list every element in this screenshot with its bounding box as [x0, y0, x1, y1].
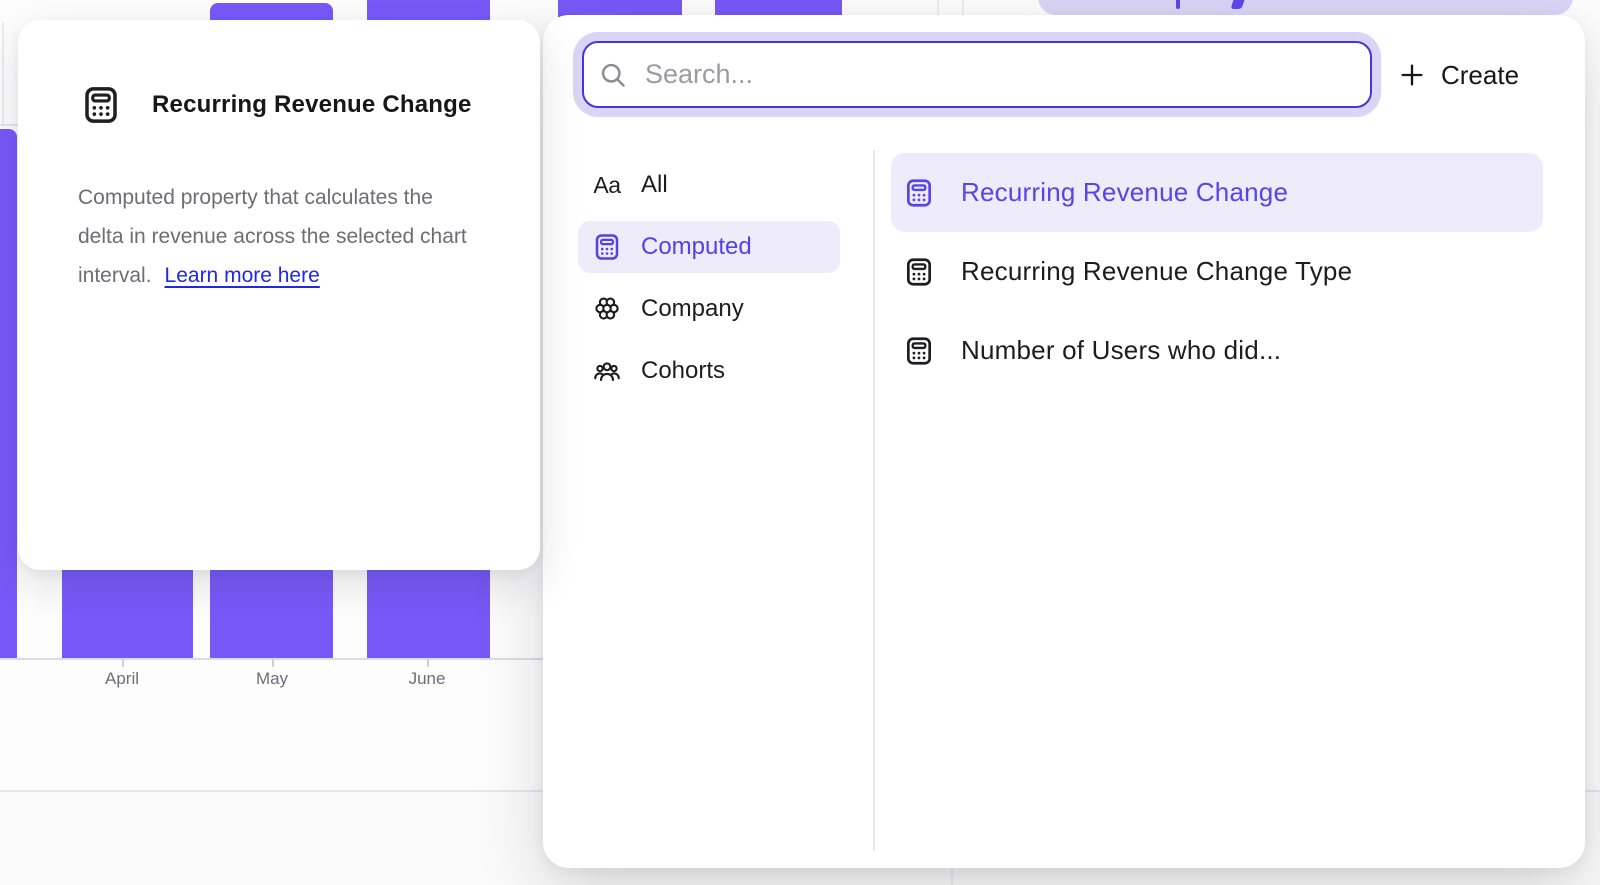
background-edge-line [2, 22, 4, 124]
calculator-icon [903, 256, 935, 288]
cropped-text-fragment [1176, 0, 1180, 9]
axis-tick [427, 659, 429, 667]
description-line-prefix: interval. [78, 264, 152, 287]
description-line: interval. Learn more here [78, 256, 528, 295]
category-item-computed[interactable]: Computed [578, 221, 840, 273]
cohorts-people-icon [592, 356, 622, 386]
category-list: Aa All Computed [578, 159, 840, 407]
category-item-all[interactable]: Aa All [578, 159, 840, 211]
category-label: Computed [641, 233, 752, 261]
company-cluster-icon [592, 294, 622, 324]
calculator-icon [592, 232, 622, 262]
calculator-icon [903, 335, 935, 367]
cropped-property-pill [1038, 0, 1573, 15]
property-picker-panel: Create Aa All Co [543, 15, 1585, 868]
background-card-edge [937, 0, 939, 15]
gridline [0, 124, 18, 126]
text-aa-icon: Aa [592, 170, 622, 200]
category-label: Company [641, 295, 744, 323]
category-label: All [641, 171, 668, 199]
panel-divider [873, 150, 875, 851]
result-item-recurring-revenue-change[interactable]: Recurring Revenue Change [891, 153, 1543, 232]
tooltip-title: Recurring Revenue Change [152, 91, 472, 119]
axis-label: May [256, 669, 288, 689]
cropped-text-fragment [1231, 0, 1245, 9]
background-card-edge [951, 868, 953, 885]
tooltip-description: Computed property that calculates the de… [78, 178, 528, 295]
search-input[interactable] [645, 43, 1370, 106]
plus-icon [1398, 61, 1426, 89]
create-button[interactable]: Create [1398, 44, 1519, 106]
create-button-label: Create [1441, 60, 1519, 91]
category-label: Cohorts [641, 357, 725, 385]
category-item-cohorts[interactable]: Cohorts [578, 345, 840, 397]
page: April May June Recurring Revenue Change [0, 0, 1600, 885]
calculator-icon [80, 84, 122, 126]
learn-more-link[interactable]: Learn more here [165, 264, 320, 287]
description-line: Computed property that calculates the [78, 178, 528, 217]
chart-bar [0, 129, 17, 658]
result-label: Number of Users who did... [961, 335, 1281, 366]
axis-tick [272, 659, 274, 667]
search-icon [599, 61, 627, 89]
search-results-list: Recurring Revenue Change Recurring Reven… [891, 153, 1543, 390]
search-box[interactable] [582, 41, 1372, 108]
result-label: Recurring Revenue Change Type [961, 256, 1352, 287]
result-label: Recurring Revenue Change [961, 177, 1288, 208]
axis-label: April [105, 669, 139, 689]
property-tooltip-card: Recurring Revenue Change Computed proper… [18, 20, 540, 570]
result-item-number-of-users[interactable]: Number of Users who did... [891, 311, 1543, 390]
background-card-edge [962, 0, 964, 15]
axis-tick [122, 659, 124, 667]
description-line: delta in revenue across the selected cha… [78, 217, 528, 256]
axis-label: June [409, 669, 446, 689]
result-item-recurring-revenue-change-type[interactable]: Recurring Revenue Change Type [891, 232, 1543, 311]
calculator-icon [903, 177, 935, 209]
category-item-company[interactable]: Company [578, 283, 840, 335]
